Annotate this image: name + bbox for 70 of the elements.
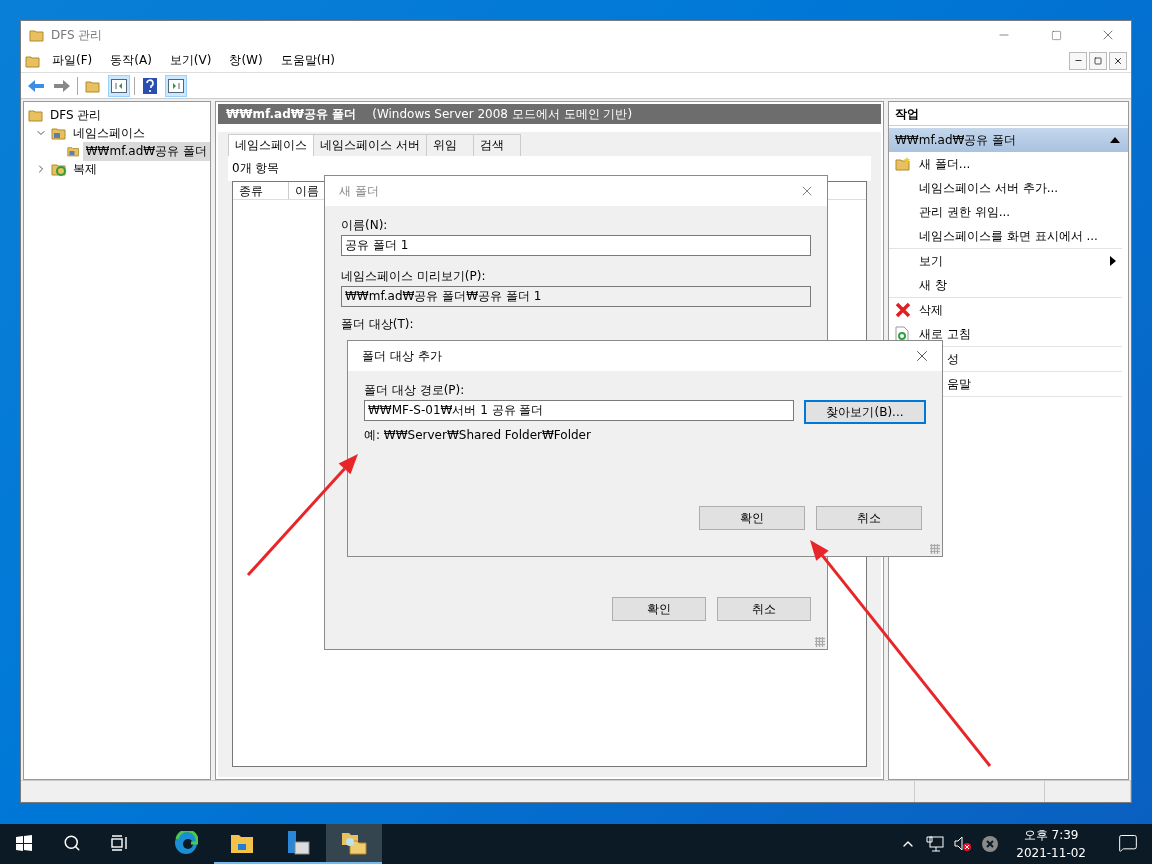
network-icon[interactable]	[926, 836, 945, 852]
column-header[interactable]: 종류	[233, 182, 289, 199]
clock[interactable]: 오후 7:39 2021-11-02	[1008, 826, 1094, 862]
tree-item[interactable]: ₩₩mf.ad₩공유 폴더	[82, 141, 210, 161]
folder-icon	[28, 107, 44, 123]
file-explorer-icon	[230, 832, 254, 854]
preview-field[interactable]: ₩₩mf.ad₩공유 폴더₩공유 폴더 1	[341, 286, 811, 307]
dialog-button[interactable]: 확인	[699, 506, 805, 530]
console-tree-button[interactable]	[108, 74, 130, 97]
namespace-mode: (Windows Server 2008 모드에서 도메인 기반)	[372, 105, 633, 123]
menu-item[interactable]: 도움말(H)	[273, 52, 343, 69]
field-label: 폴더 대상(T):	[341, 317, 415, 332]
volume-muted-icon[interactable]	[954, 836, 973, 852]
tree-item[interactable]: DFS 관리	[47, 105, 105, 125]
close-icon	[1113, 55, 1123, 66]
action-item[interactable]: 관리 권한 위임...	[919, 203, 1122, 221]
browse-button[interactable]: 찾아보기(B)...	[804, 400, 926, 424]
collapse-icon[interactable]	[1110, 137, 1120, 143]
field-label: 네임스페이스 미리보기(P):	[341, 269, 487, 284]
notifications-icon	[1118, 833, 1138, 853]
server-manager-icon	[286, 830, 310, 856]
action-pane-button[interactable]	[165, 74, 187, 97]
dfs-icon	[341, 831, 367, 855]
tab[interactable]: 검색	[472, 134, 521, 156]
delete-icon	[895, 302, 911, 318]
action-item[interactable]: 네임스페이스 서버 추가...	[919, 179, 1122, 197]
namespace-title: ₩₩mf.ad₩공유 폴더	[226, 105, 357, 123]
app-icon	[29, 27, 45, 43]
name-field[interactable]: 공유 폴더 1	[341, 235, 811, 256]
dialog-button[interactable]: 확인	[612, 597, 706, 621]
field-label: 폴더 대상 경로(P):	[364, 383, 466, 398]
actions-section[interactable]: ₩₩mf.ad₩공유 폴더	[889, 128, 1128, 152]
restore-icon	[1094, 56, 1102, 65]
resize-grip[interactable]	[815, 637, 825, 647]
action-item[interactable]: 새 폴더...	[919, 155, 1122, 173]
menu-item[interactable]: 창(W)	[222, 52, 270, 69]
actions-title: 작업	[889, 102, 1128, 126]
tree-item[interactable]: 네임스페이스	[70, 123, 148, 143]
field-label: 이름(N):	[341, 218, 389, 233]
submenu-arrow-icon	[1110, 256, 1116, 266]
error-icon[interactable]	[982, 836, 999, 852]
clock-time: 오후 7:39	[1023, 827, 1079, 844]
action-item[interactable]: 보기	[919, 252, 1110, 270]
replication-icon	[51, 161, 67, 177]
dialog-title: 폴더 대상 추가	[362, 347, 443, 365]
resize-grip[interactable]	[930, 544, 940, 554]
tab[interactable]: 네임스페이스	[228, 134, 314, 156]
path-field[interactable]: ₩₩MF-S-01₩서버 1 공유 폴더	[364, 400, 794, 421]
menu-item[interactable]: 파일(F)	[45, 52, 100, 69]
menu-item[interactable]: 보기(V)	[162, 52, 219, 69]
close-button[interactable]	[1109, 51, 1127, 70]
maximize-icon	[1050, 29, 1062, 41]
menu-item[interactable]: 동작(A)	[103, 52, 159, 69]
action-item[interactable]: 네임스페이스를 화면 표시에서 ...	[919, 227, 1122, 245]
tree-item[interactable]: 복제	[70, 159, 100, 179]
namespace-icon	[51, 125, 67, 141]
action-item[interactable]: 새로 고침	[919, 325, 1122, 343]
windows-logo-icon	[16, 835, 32, 851]
task-view-icon	[111, 835, 129, 851]
action-item[interactable]: 삭제	[919, 301, 1122, 319]
action-item[interactable]: 새 창	[919, 276, 1122, 294]
taskbar-app[interactable]	[326, 824, 382, 864]
search-icon	[63, 834, 81, 852]
clock-date: 2021-11-02	[1016, 845, 1086, 862]
dialog-button[interactable]: 취소	[717, 597, 811, 621]
browser-icon	[174, 831, 198, 855]
dialog-button[interactable]: 취소	[816, 506, 922, 530]
window-title: DFS 관리	[51, 26, 104, 44]
new-folder-icon	[895, 156, 911, 172]
example-text: 예: ₩₩Server₩Shared Folder₩Folder	[364, 428, 592, 443]
